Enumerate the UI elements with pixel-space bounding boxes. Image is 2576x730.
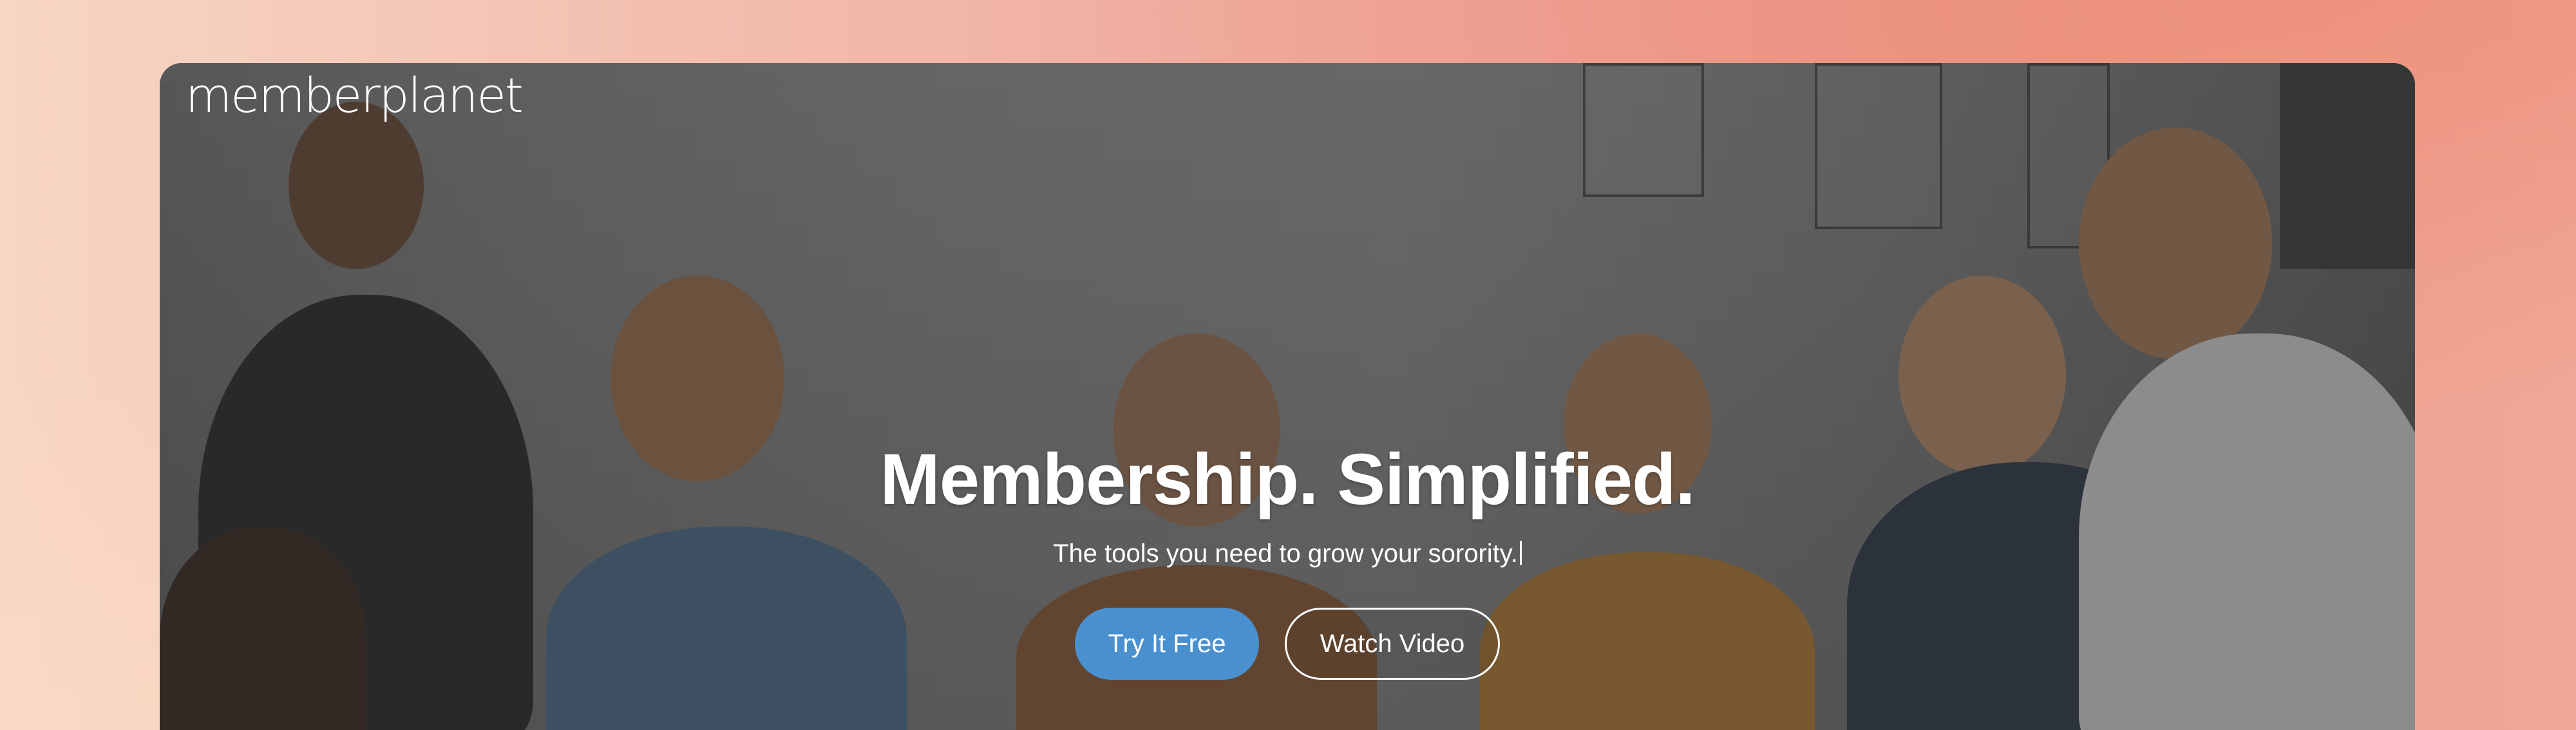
watch-video-button[interactable]: Watch Video bbox=[1285, 608, 1500, 680]
typing-caret bbox=[1519, 541, 1522, 566]
website-preview-window: memberplanet Membership. Simplified. The… bbox=[160, 63, 2415, 730]
hero-section: Membership. Simplified. The tools you ne… bbox=[160, 436, 2415, 569]
cta-buttons: Try It Free Watch Video bbox=[160, 608, 2415, 680]
hero-headline: Membership. Simplified. bbox=[880, 439, 1695, 519]
memberplanet-logo[interactable]: memberplanet bbox=[185, 72, 524, 120]
try-it-free-button[interactable]: Try It Free bbox=[1075, 608, 1259, 680]
hero-subtitle: The tools you need to grow your sorority… bbox=[160, 538, 2415, 569]
hero-subtitle-text: The tools you need to grow your sorority… bbox=[1053, 539, 1518, 568]
